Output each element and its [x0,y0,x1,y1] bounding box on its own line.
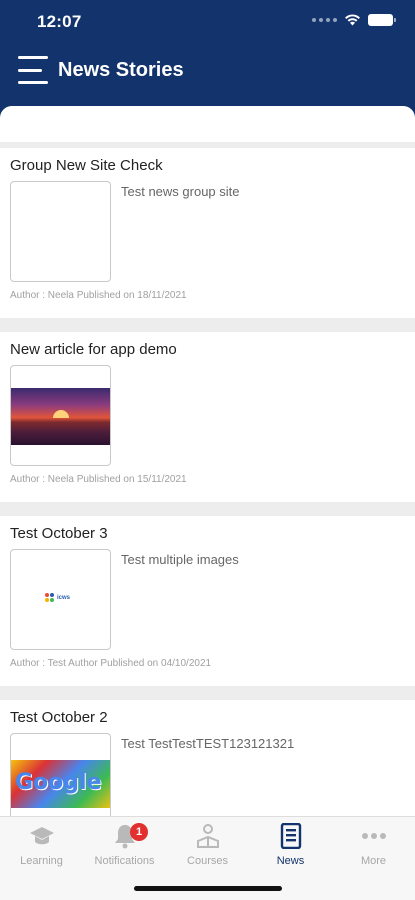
graduation-cap-icon [29,827,54,845]
news-thumbnail[interactable] [10,181,111,282]
news-card-title: Test October 3 [10,525,108,542]
tab-courses[interactable]: Courses [166,821,249,873]
list-header-spacer [0,106,415,142]
news-thumbnail[interactable] [10,365,111,466]
tab-label: News [276,855,305,867]
google-image: Google [11,760,110,808]
tab-notifications[interactable]: 1 Notifications [83,821,166,873]
status-bar: 12:07 [0,0,415,44]
courses-icon [196,824,219,848]
notification-badge: 1 [130,823,148,841]
signal-icon [312,18,337,22]
news-icon [280,823,301,849]
tab-label: More [360,855,387,867]
status-time: 12:07 [37,12,82,31]
news-card-meta: Author : Neela Published on 15/11/2021 [10,474,187,485]
news-list[interactable]: Group New Site Check Test news group sit… [0,106,415,816]
news-card-description: Test TestTestTEST123121321 [121,736,295,751]
more-dots-icon [361,833,386,839]
news-card[interactable]: New article for app demo Author : Neela … [0,332,415,502]
news-card-meta: Author : Neela Published on 18/11/2021 [10,290,187,301]
news-card[interactable]: Test October 3 icws Test multiple images… [0,516,415,686]
home-indicator [134,886,282,891]
tab-learning[interactable]: Learning [0,821,83,873]
news-card[interactable]: Group New Site Check Test news group sit… [0,148,415,318]
battery-icon [368,14,396,26]
news-thumbnail[interactable]: icws [10,549,111,650]
news-card-description: Test multiple images [121,552,239,567]
tab-label: Courses [187,855,228,867]
page-title: News Stories [58,58,184,81]
news-card-description: Test news group site [121,184,240,199]
news-card-title: New article for app demo [10,341,177,358]
news-thumbnail[interactable]: Google [10,733,111,816]
news-card-title: Test October 2 [10,709,108,726]
nav-bar: News Stories [0,48,415,92]
status-icons [312,14,396,26]
news-card-meta: Author : Test Author Published on 04/10/… [10,658,212,669]
wifi-icon [345,14,360,26]
tab-news[interactable]: News [249,821,332,873]
news-card[interactable]: Test October 2 Google Test TestTestTEST1… [0,700,415,816]
hamburger-menu-icon[interactable] [18,56,48,84]
tab-label: Notifications [94,855,155,867]
tab-label: Learning [20,855,63,867]
tab-more[interactable]: More [332,821,415,873]
sunset-image [11,388,110,445]
logo-image: icws [45,593,70,603]
news-card-title: Group New Site Check [10,157,163,174]
